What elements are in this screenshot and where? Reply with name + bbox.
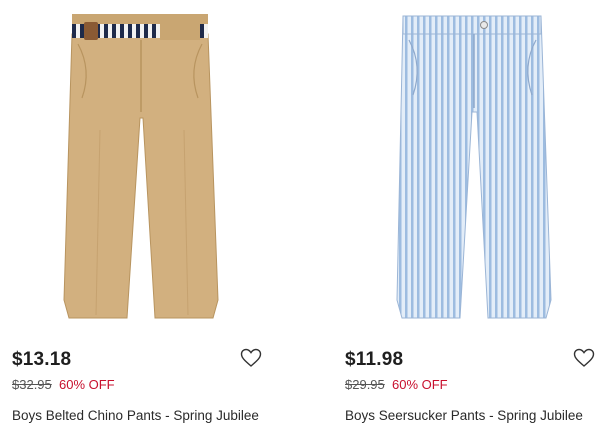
seersucker-pants-image — [396, 15, 552, 319]
sale-price: $13.18 — [12, 349, 72, 370]
product-card[interactable]: $11.98 $29.95 60% OFF Boys Seersucker Pa… — [333, 0, 615, 431]
sale-price: $11.98 — [345, 349, 404, 370]
original-price: $29.95 — [345, 377, 385, 392]
khaki-chino-pants-image — [63, 14, 219, 319]
product-image[interactable] — [333, 0, 615, 332]
product-card[interactable]: $13.18 $32.95 60% OFF Boys Belted Chino … — [0, 0, 283, 431]
discount-label: 60% OFF — [59, 377, 115, 392]
discount-label: 60% OFF — [392, 377, 448, 392]
product-image[interactable] — [0, 0, 283, 332]
product-name[interactable]: Boys Seersucker Pants - Spring Jubilee — [345, 408, 583, 423]
heart-outline-icon[interactable] — [573, 348, 595, 368]
original-price: $32.95 — [12, 377, 52, 392]
product-name[interactable]: Boys Belted Chino Pants - Spring Jubilee — [12, 408, 259, 423]
heart-outline-icon[interactable] — [240, 348, 262, 368]
